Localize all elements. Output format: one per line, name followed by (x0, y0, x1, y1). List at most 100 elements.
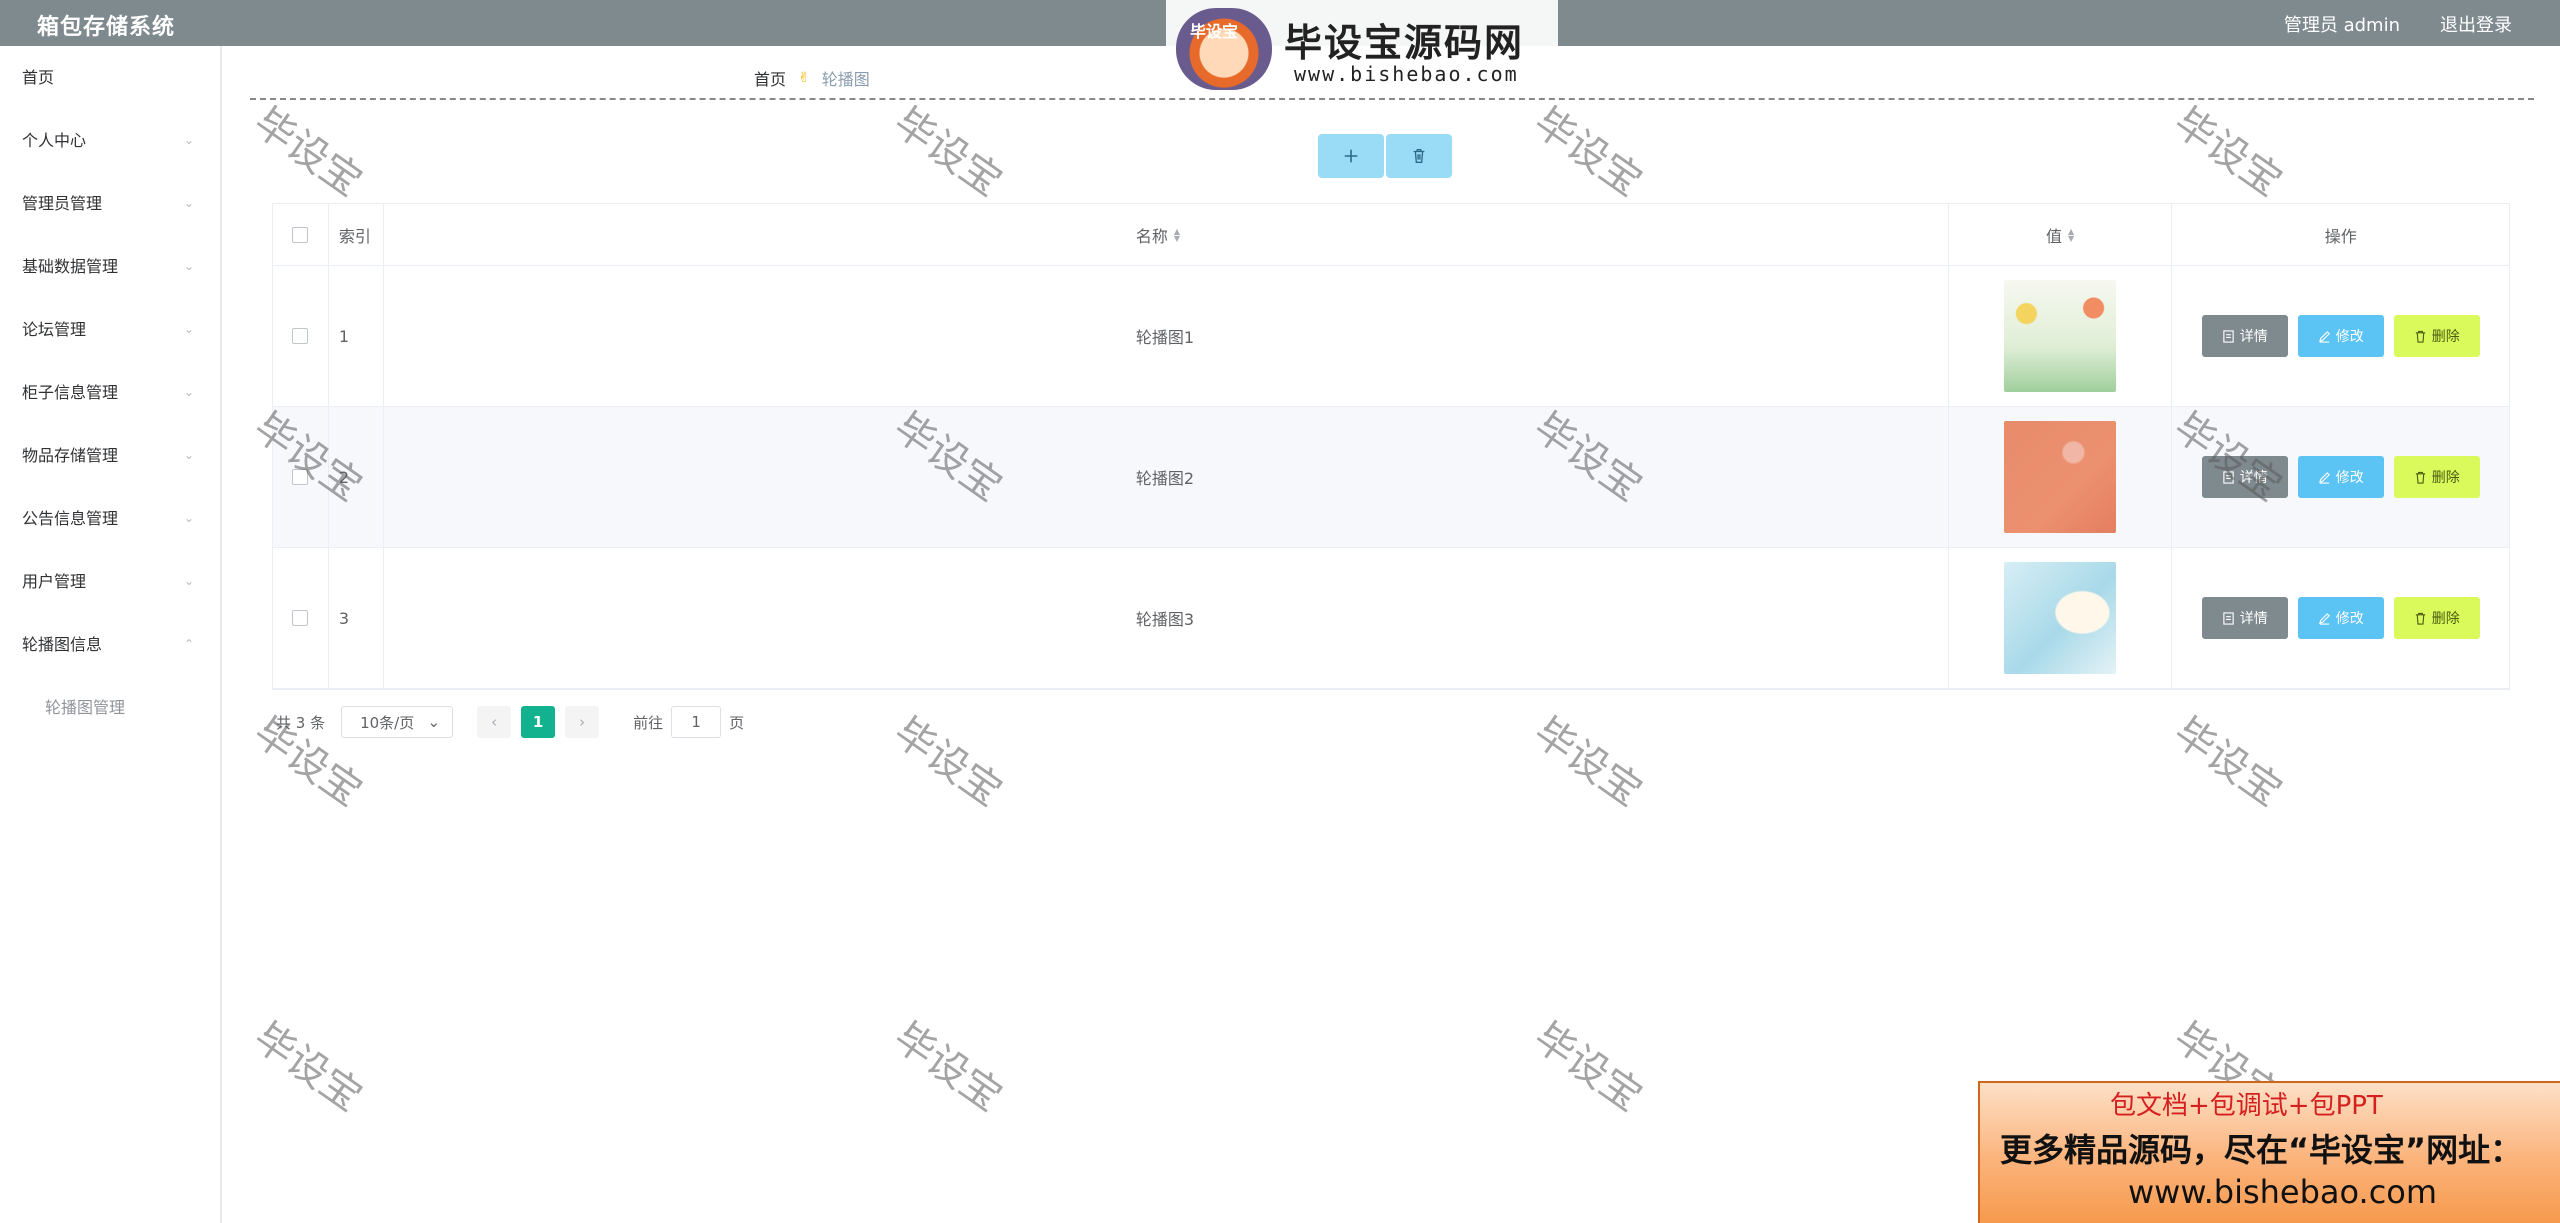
pagination: 共 3 条 10条/页 ⌄ ‹ 1 › 前往 页 (276, 706, 744, 738)
row-index: 3 (329, 548, 384, 688)
carousel-thumbnail[interactable] (2004, 421, 2117, 533)
page-size-value: 10条/页 (360, 713, 415, 732)
delete-button[interactable]: 删除 (2393, 456, 2480, 498)
column-header-name-label: 名称 (1135, 226, 1168, 246)
row-name: 轮播图2 (384, 407, 1949, 547)
edit-button[interactable]: 修改 (2297, 315, 2384, 357)
breadcrumb: 首页 ✌ 轮播图 (754, 66, 870, 90)
document-icon (2223, 611, 2234, 625)
row-value-cell (1949, 266, 2173, 406)
app-title: 箱包存储系统 (37, 15, 176, 40)
delete-label: 删除 (2431, 328, 2460, 344)
goto-suffix: 页 (729, 713, 745, 732)
detail-label: 详情 (2239, 610, 2268, 626)
table-row: 3 轮播图3 详情 修改 删除 (273, 548, 2509, 689)
detail-button[interactable]: 详情 (2201, 597, 2288, 639)
page-size-select[interactable]: 10条/页 ⌄ (341, 706, 454, 738)
row-index: 2 (329, 407, 384, 547)
row-value-cell (1949, 407, 2173, 547)
table-row: 2 轮播图2 详情 修改 删除 (273, 407, 2509, 548)
sidebar-item-storage[interactable]: 物品存储管理 ⌄ (0, 424, 220, 487)
detail-button[interactable]: 详情 (2201, 315, 2288, 357)
sort-caret-icon[interactable]: ▲ ▼ (1174, 227, 1180, 242)
header-actions: 管理员 admin 退出登录 (2284, 11, 2512, 37)
chevron-down-icon: ⌄ (183, 259, 194, 273)
sidebar-item-label: 首页 (22, 68, 55, 87)
edit-icon (2318, 471, 2330, 484)
main-content: 首页 ✌ 轮播图 索引 名称▲▼ 值▲▼ 操作 1 轮播图1 详情 修改 (222, 46, 2560, 1223)
edit-button[interactable]: 修改 (2297, 456, 2384, 498)
prev-page-button[interactable]: ‹ (477, 706, 512, 738)
document-icon (2223, 329, 2234, 343)
sidebar-item-label: 公告信息管理 (22, 509, 119, 528)
delete-label: 删除 (2431, 469, 2460, 485)
row-checkbox[interactable] (292, 328, 309, 344)
sidebar-item-cabinet[interactable]: 柜子信息管理 ⌄ (0, 361, 220, 424)
column-header-index: 索引 (329, 204, 384, 265)
row-checkbox-cell (273, 407, 329, 547)
current-user-label[interactable]: 管理员 admin (2284, 11, 2400, 37)
edit-button[interactable]: 修改 (2297, 597, 2384, 639)
row-checkbox[interactable] (292, 610, 309, 626)
row-name: 轮播图1 (384, 266, 1949, 406)
carousel-table: 索引 名称 ▲ ▼ 值 ▲ ▼ 操作 1 轮播图1 详情 修改 删除 2 轮播图2 详情… (272, 203, 2510, 690)
trash-icon (2415, 612, 2425, 625)
sidebar-subitem-carousel-management[interactable]: 轮播图管理 (0, 676, 220, 739)
row-checkbox-cell (273, 548, 329, 688)
row-actions: 详情 修改 删除 (2172, 548, 2509, 688)
chevron-down-icon: ⌄ (183, 574, 194, 588)
detail-button[interactable]: 详情 (2201, 456, 2288, 498)
row-index: 1 (329, 266, 384, 406)
goto-page: 前往 页 (633, 706, 744, 738)
chevron-left-icon: ‹ (491, 713, 498, 731)
column-header-name[interactable]: 名称 ▲ ▼ (384, 204, 1949, 265)
sidebar-item-admin-management[interactable]: 管理员管理 ⌄ (0, 172, 220, 235)
sidebar-item-basic-data[interactable]: 基础数据管理 ⌄ (0, 235, 220, 298)
column-header-value[interactable]: 值 ▲ ▼ (1949, 204, 2173, 265)
sidebar-item-carousel[interactable]: 轮播图信息 ⌃ (0, 613, 220, 676)
sidebar-item-label: 管理员管理 (22, 194, 103, 213)
goto-page-input[interactable] (671, 706, 722, 738)
sidebar-item-personal-center[interactable]: 个人中心 ⌄ (0, 109, 220, 172)
chevron-down-icon: ⌄ (183, 133, 194, 147)
chevron-right-icon: › (579, 713, 586, 731)
page-number-active[interactable]: 1 (521, 706, 556, 738)
delete-button[interactable]: 删除 (2393, 315, 2480, 357)
row-checkbox[interactable] (292, 469, 309, 485)
document-icon (2223, 470, 2234, 484)
row-actions: 详情 修改 删除 (2172, 266, 2509, 406)
sidebar-item-label: 物品存储管理 (22, 446, 119, 465)
sidebar-item-users[interactable]: 用户管理 ⌄ (0, 550, 220, 613)
chevron-down-icon: ⌄ (427, 713, 441, 731)
carousel-thumbnail[interactable] (2004, 280, 2117, 392)
column-header-value-label: 值 (2046, 226, 2063, 246)
chevron-up-icon: ⌃ (183, 637, 194, 651)
site-logo-overlay: 毕设宝 毕设宝源码网 www.bishebao.com (1166, 0, 1558, 96)
edit-label: 修改 (2335, 610, 2364, 626)
column-header-actions: 操作 (2324, 226, 2357, 246)
select-all-checkbox[interactable] (292, 226, 309, 243)
trash-icon (2415, 471, 2425, 484)
next-page-button[interactable]: › (565, 706, 600, 738)
logo-badge-icon: 毕设宝 (1176, 8, 1272, 90)
detail-label: 详情 (2239, 328, 2268, 344)
delete-button[interactable]: 删除 (2393, 597, 2480, 639)
breadcrumb-home[interactable]: 首页 (754, 66, 786, 90)
trash-icon (2415, 330, 2425, 343)
sidebar-item-forum[interactable]: 论坛管理 ⌄ (0, 298, 220, 361)
add-button[interactable] (1318, 134, 1384, 178)
batch-delete-button[interactable] (1386, 134, 1452, 178)
sidebar-item-home[interactable]: 首页 (0, 46, 220, 109)
logo-badge-text: 毕设宝 (1190, 22, 1239, 41)
promo-banner: 包文档+包调试+包PPT 更多精品源码，尽在“毕设宝”网址： www.bishe… (1978, 1081, 2560, 1223)
chevron-down-icon: ⌄ (183, 448, 194, 462)
logout-link[interactable]: 退出登录 (2440, 11, 2512, 37)
breadcrumb-current: 轮播图 (821, 70, 870, 89)
sort-caret-icon[interactable]: ▲ ▼ (2068, 227, 2074, 242)
pagination-total: 共 3 条 (276, 713, 326, 732)
sidebar-item-notice[interactable]: 公告信息管理 ⌄ (0, 487, 220, 550)
chevron-down-icon: ⌄ (183, 511, 194, 525)
carousel-thumbnail[interactable] (2004, 562, 2117, 674)
sidebar-item-label: 用户管理 (22, 572, 87, 591)
divider (250, 98, 2534, 100)
